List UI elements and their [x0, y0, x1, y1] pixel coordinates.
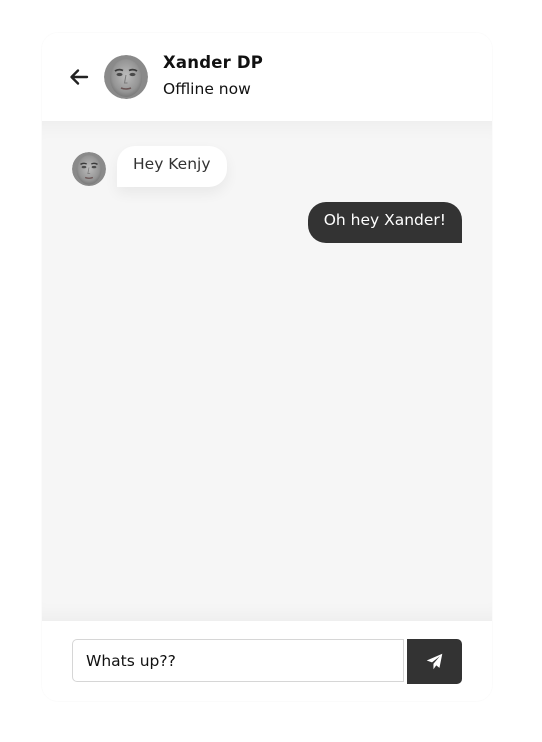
arrow-left-icon[interactable] [68, 66, 90, 88]
message-input[interactable] [72, 639, 404, 682]
chat-header: Xander DP Offline now [42, 33, 492, 121]
send-button[interactable] [407, 639, 462, 684]
chat-messages-area[interactable]: Hey Kenjy Oh hey Xander! [42, 121, 492, 621]
contact-avatar [104, 55, 148, 99]
outgoing-message: Oh hey Xander! [307, 202, 462, 243]
incoming-message-avatar [72, 152, 106, 186]
paper-plane-icon [426, 653, 443, 670]
incoming-message: Hey Kenjy [117, 146, 227, 187]
message-composer [42, 621, 492, 701]
contact-status: Offline now [163, 80, 251, 98]
contact-name: Xander DP [163, 53, 264, 72]
chat-window: Xander DP Offline now Hey Kenjy Oh hey X… [42, 33, 492, 701]
